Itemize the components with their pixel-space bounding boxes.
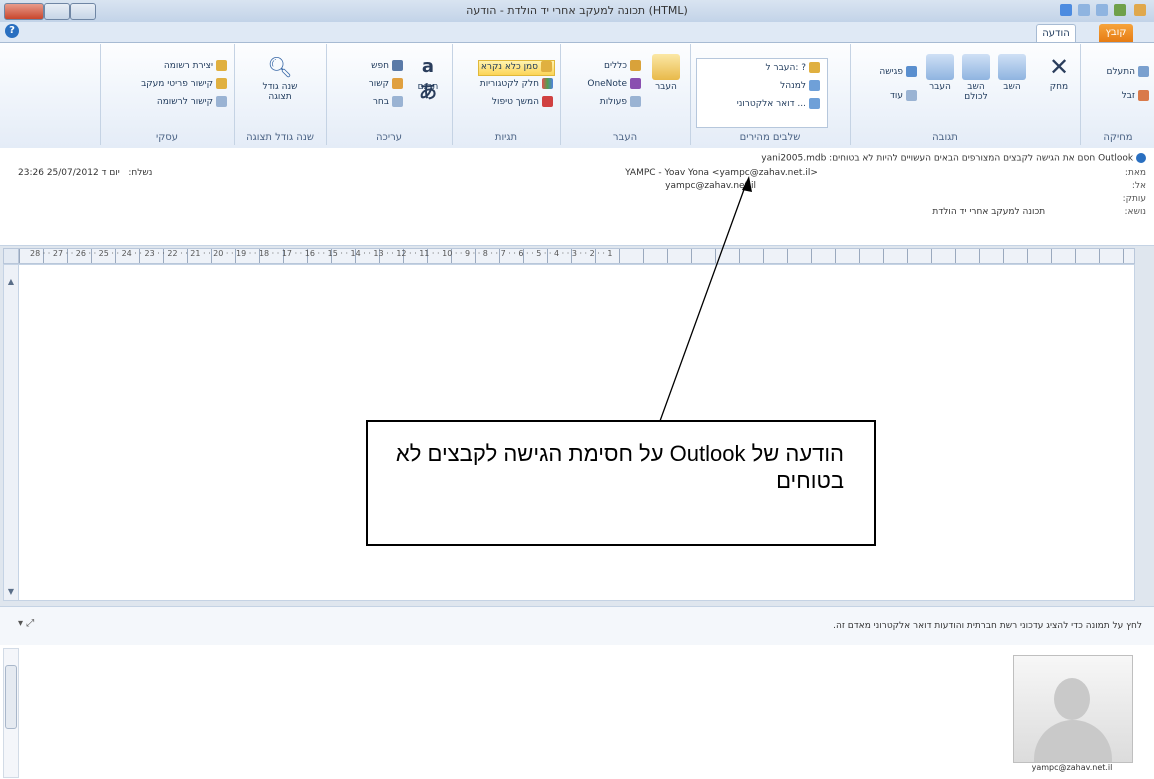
tab-message[interactable]: הודעה: [1036, 24, 1076, 43]
quick-step-to-manager[interactable]: למנהל: [730, 80, 820, 94]
email-icon: [809, 98, 820, 109]
ignore-button[interactable]: התעלם: [1106, 66, 1149, 80]
redo-icon[interactable]: [1096, 4, 1108, 16]
find-button[interactable]: חפש: [371, 60, 403, 74]
annotation-callout: הודעה של Outlook על חסימת הגישה לקבצים ל…: [366, 420, 876, 546]
group-label-editing: עריכה: [376, 132, 402, 143]
flag-icon: [542, 96, 553, 107]
move-folder-icon: [652, 54, 680, 80]
translate-icon: aあ: [419, 56, 437, 103]
group-label-tags: תגיות: [494, 132, 518, 143]
follow-up-button[interactable]: המשך טיפול: [492, 96, 553, 110]
contact-email: yampc@zahav.net.il: [1031, 763, 1113, 772]
onenote-icon: [630, 78, 641, 89]
create-list-icon: [216, 60, 227, 71]
person-silhouette-icon: [1054, 678, 1090, 720]
move-button[interactable]: העבר: [649, 54, 683, 92]
binoculars-icon: [392, 60, 403, 71]
rules-icon: [630, 60, 641, 71]
quick-step-email[interactable]: דואר אלקטרוני ...: [700, 98, 820, 112]
vertical-ruler[interactable]: ▲ ▼: [3, 264, 19, 601]
outlook-app-icon: [1114, 4, 1126, 16]
junk-icon: [1138, 90, 1149, 101]
person-body-shape: [1034, 720, 1112, 762]
reply-all-button[interactable]: השב לכולם: [959, 54, 993, 102]
zoom-button[interactable]: 🔍︎ שנה גודל תצוגה: [255, 54, 305, 102]
ribbon-group-zoom: 🔍︎ שנה גודל תצוגה שנה גודל תצוגה: [234, 44, 325, 145]
manager-icon: [809, 80, 820, 91]
related-icon: [392, 78, 403, 89]
reply-icon: [998, 54, 1026, 80]
reply-button[interactable]: השב: [995, 54, 1029, 92]
magnifier-icon: 🔍︎: [267, 55, 293, 79]
ribbon-group-move: העבר כללים OneNote פעולות העבר: [560, 44, 689, 145]
select-button[interactable]: בחר: [373, 96, 403, 110]
ruler-corner[interactable]: [3, 248, 19, 264]
window-title: תכונה למעקב אחרי יד הולדת - הודעה (HTML): [466, 4, 688, 17]
ribbon-group-delete: התעלם זבל מחיקה: [1080, 44, 1154, 145]
from-row: מאת: YAMPC - Yoav Yona <yampc@zahav.net.…: [625, 168, 1146, 178]
scrollbar-thumb[interactable]: [5, 665, 17, 729]
rules-button[interactable]: כללים: [604, 60, 641, 74]
tab-row: [0, 22, 1154, 42]
link-list-icon: [216, 96, 227, 107]
group-label-quick-steps: שלבים מהירים: [739, 132, 801, 143]
info-icon: [1136, 153, 1146, 163]
group-label-business: עסקי: [155, 132, 179, 143]
ribbon-group-respond: השב השב לכולם העבר פגישה עוד תגובה: [850, 44, 1039, 145]
categorize-button[interactable]: חלק לקטגוריות: [480, 78, 553, 92]
subject-row: נושא: תכונה למעקב אחרי יד הולדת: [932, 207, 1146, 217]
onenote-button[interactable]: OneNote: [587, 78, 641, 92]
previous-item-icon[interactable]: [1134, 4, 1146, 16]
people-pane-toggle[interactable]: ▾ ⤢: [18, 618, 34, 629]
to-row: אל: yampc@zahav.net.il: [665, 181, 1146, 191]
ribbon-group-editing: aあ תרגם חפש קשור בחר עריכה: [326, 44, 451, 145]
scroll-down-icon[interactable]: ▼: [4, 587, 18, 596]
tab-file[interactable]: קובץ: [1099, 24, 1133, 42]
translate-button[interactable]: aあ תרגם: [411, 54, 445, 103]
link-tracking-button[interactable]: קישור פריטי מעקב: [141, 78, 227, 92]
link-list-button[interactable]: קישור לרשומה: [157, 96, 227, 110]
ribbon-group-tags: סמן כלא נקרא חלק לקטגוריות המשך טיפול תג…: [452, 44, 559, 145]
cc-row: עותק:: [1122, 194, 1146, 204]
ignore-icon: [1138, 66, 1149, 77]
delete-button[interactable]: ✕ מחק: [1042, 54, 1076, 92]
envelope-icon: [541, 61, 552, 72]
ruler-ticks: 28 · · 27 · · 26 · · 25 · · 24 · · 23 · …: [30, 249, 613, 258]
forward-button[interactable]: העבר: [923, 54, 957, 92]
quick-step-move-to[interactable]: העבר ל: ?: [730, 62, 820, 76]
group-label-respond: תגובה: [932, 132, 958, 143]
forward-icon: [926, 54, 954, 80]
junk-button[interactable]: זבל: [1122, 90, 1149, 104]
link-icon: [216, 78, 227, 89]
meeting-icon: [906, 66, 917, 77]
people-pane: [0, 645, 1154, 779]
categorize-icon: [542, 78, 553, 89]
reply-all-icon: [962, 54, 990, 80]
delete-x-icon: ✕: [1048, 53, 1070, 81]
callout-text: הודעה של Outlook על חסימת הגישה לקבצים ל…: [395, 441, 844, 493]
sent-row: נשלח: יום ד 25/07/2012 23:26: [18, 168, 153, 178]
select-icon: [392, 96, 403, 107]
group-label-zoom: שנה גודל תצוגה: [246, 132, 314, 143]
people-pane-hint: לחץ על תמונה כדי להציג עדכוני רשת חברתית…: [833, 621, 1142, 631]
avatar[interactable]: [1013, 655, 1133, 763]
meeting-button[interactable]: פגישה: [879, 66, 917, 80]
group-label-delete: מחיקה: [1103, 132, 1133, 143]
actions-button[interactable]: פעולות: [600, 96, 641, 110]
info-bar[interactable]: Outlook חסם את הגישה לקבצים המצורפים הבא…: [761, 153, 1146, 164]
help-icon[interactable]: ?: [5, 24, 19, 38]
save-icon[interactable]: [1060, 4, 1072, 16]
actions-icon: [630, 96, 641, 107]
related-button[interactable]: קשור: [369, 78, 403, 92]
folder-icon: [809, 62, 820, 73]
undo-icon[interactable]: [1078, 4, 1090, 16]
group-label-move: העבר: [612, 132, 638, 143]
mark-unread-button[interactable]: סמן כלא נקרא: [477, 60, 555, 76]
scroll-up-icon[interactable]: ▲: [4, 277, 18, 286]
more-icon: [906, 90, 917, 101]
more-respond-button[interactable]: עוד: [890, 90, 917, 104]
create-list-button[interactable]: יצירת רשומה: [164, 60, 227, 74]
ribbon-group-business: יצירת רשומה קישור פריטי מעקב קישור לרשומ…: [100, 44, 233, 145]
